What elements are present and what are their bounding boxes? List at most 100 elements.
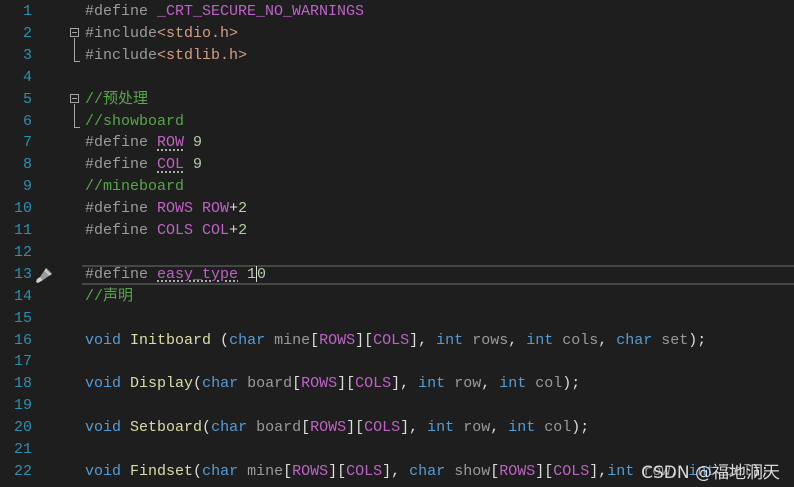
code-line[interactable]: 7 #define ROW 9 [0,132,794,154]
line-number: 6 [22,112,32,130]
code-token: ][ [337,375,356,393]
code-line[interactable]: 6 //showboard [0,111,794,133]
code-text[interactable]: void Initboard (char mine[ROWS][COLS], i… [85,330,706,352]
code-token: 1 [238,265,257,283]
code-line[interactable]: 1 #define _CRT_SECURE_NO_WARNINGS [0,1,794,23]
code-line[interactable]: 15 [0,308,794,330]
code-text[interactable]: void Display(char board[ROWS][COLS], int… [85,373,580,395]
code-token: ROW [157,134,185,152]
code-token: mine [265,331,311,349]
code-token: 9 [184,156,203,174]
code-token: ], [400,419,428,437]
code-token: void [85,375,122,393]
code-token: void [85,462,122,480]
code-line[interactable]: 11 #define COLS COL+2 [0,220,794,242]
code-token: + [229,222,239,239]
line-number: 8 [22,156,32,174]
code-text[interactable]: #define COLS COL+2 [85,220,247,242]
code-token: ][ [328,462,347,480]
code-line[interactable]: 9 //mineboard [0,176,794,198]
code-line[interactable]: 12 [0,242,794,264]
code-text[interactable]: #include<stdio.h> [85,23,238,45]
line-number: 16 [13,331,32,349]
code-line[interactable]: 3 #include<stdlib.h> [0,45,794,67]
code-token: ROWS [310,419,347,437]
code-line[interactable]: 2 #include<stdio.h> [0,23,794,45]
code-text[interactable]: #define easy_type 10 [85,264,266,286]
code-text[interactable]: #include<stdlib.h> [85,45,247,67]
code-token: ROWS [499,462,536,480]
code-token: char [616,331,653,349]
code-token: int [418,375,446,393]
code-line[interactable]: 8 #define COL 9 [0,154,794,176]
code-token: #define [85,134,158,152]
line-number: 22 [13,462,32,480]
code-token: [ [490,462,500,480]
line-number: 3 [22,46,32,64]
code-token: #define [85,200,158,218]
code-token: char [409,462,446,480]
paintbrush-icon[interactable] [34,266,54,284]
fold-guide-preprocess-end [74,127,80,128]
code-token: col [535,419,572,437]
code-line[interactable]: 5 //预处理 [0,89,794,111]
code-token: show [445,462,491,480]
code-editor[interactable]: 1 #define _CRT_SECURE_NO_WARNINGS 2 #includ… [0,0,794,487]
line-number: 12 [13,243,32,261]
code-line[interactable]: 10 #define ROWS ROW+2 [0,198,794,220]
code-token: + [229,200,239,218]
code-text[interactable]: //声明 [85,286,133,308]
code-token: ); [562,375,581,393]
code-token: //预处理 [85,90,149,108]
code-token: 2 [238,222,248,239]
code-token: ], [409,331,437,349]
line-number: 21 [13,441,32,458]
code-token: char [202,462,239,480]
code-text[interactable]: //预处理 [85,89,148,111]
code-text[interactable]: #define ROW 9 [85,132,202,154]
code-token: //声明 [85,287,134,305]
line-number: 10 [13,200,32,218]
code-line[interactable]: 18 void Display(char board[ROWS][COLS], i… [0,373,794,395]
code-token: [ [310,331,320,349]
code-token: char [211,419,248,437]
code-token: int [508,419,536,437]
code-token: mine [238,462,284,480]
code-line[interactable]: 16 void Initboard (char mine[ROWS][COLS],… [0,330,794,352]
code-text[interactable]: #define COL 9 [85,154,202,176]
code-token: ][ [355,331,374,349]
code-token: Findset [130,462,194,480]
code-token: ROWS [157,200,194,218]
code-token: , [508,331,527,349]
code-token: char [229,331,266,349]
code-token: int [526,331,554,349]
collapse-icon[interactable] [70,93,79,103]
code-line[interactable]: 14 //声明 [0,286,794,308]
code-token: <stdlib.h> [157,46,248,64]
code-line[interactable]: 13 #define easy_type 10 [0,264,794,286]
code-token: ( [193,375,203,393]
code-token: ROWS [301,375,338,393]
code-text[interactable]: //mineboard [85,176,184,198]
code-text[interactable]: #define ROWS ROW+2 [85,198,247,220]
code-token: ( [211,331,230,349]
code-line[interactable]: 4 [0,67,794,89]
code-text[interactable]: #define _CRT_SECURE_NO_WARNINGS [85,1,364,23]
code-token: cols [553,331,599,349]
code-text[interactable]: //showboard [85,111,184,133]
code-token: set [652,331,689,349]
code-token: [ [301,419,311,437]
code-token: ( [202,419,212,437]
line-number: 7 [22,134,32,152]
collapse-icon[interactable] [70,27,79,37]
code-line[interactable]: 17 [0,351,794,373]
code-line[interactable]: 20 void Setboard(char board[ROWS][COLS], … [0,417,794,439]
code-text[interactable]: void Setboard(char board[ROWS][COLS], in… [85,417,589,439]
code-token: ][ [346,419,365,437]
code-token: #define [85,156,158,174]
code-token: //mineboard [85,178,185,196]
code-line[interactable]: 19 [0,395,794,417]
